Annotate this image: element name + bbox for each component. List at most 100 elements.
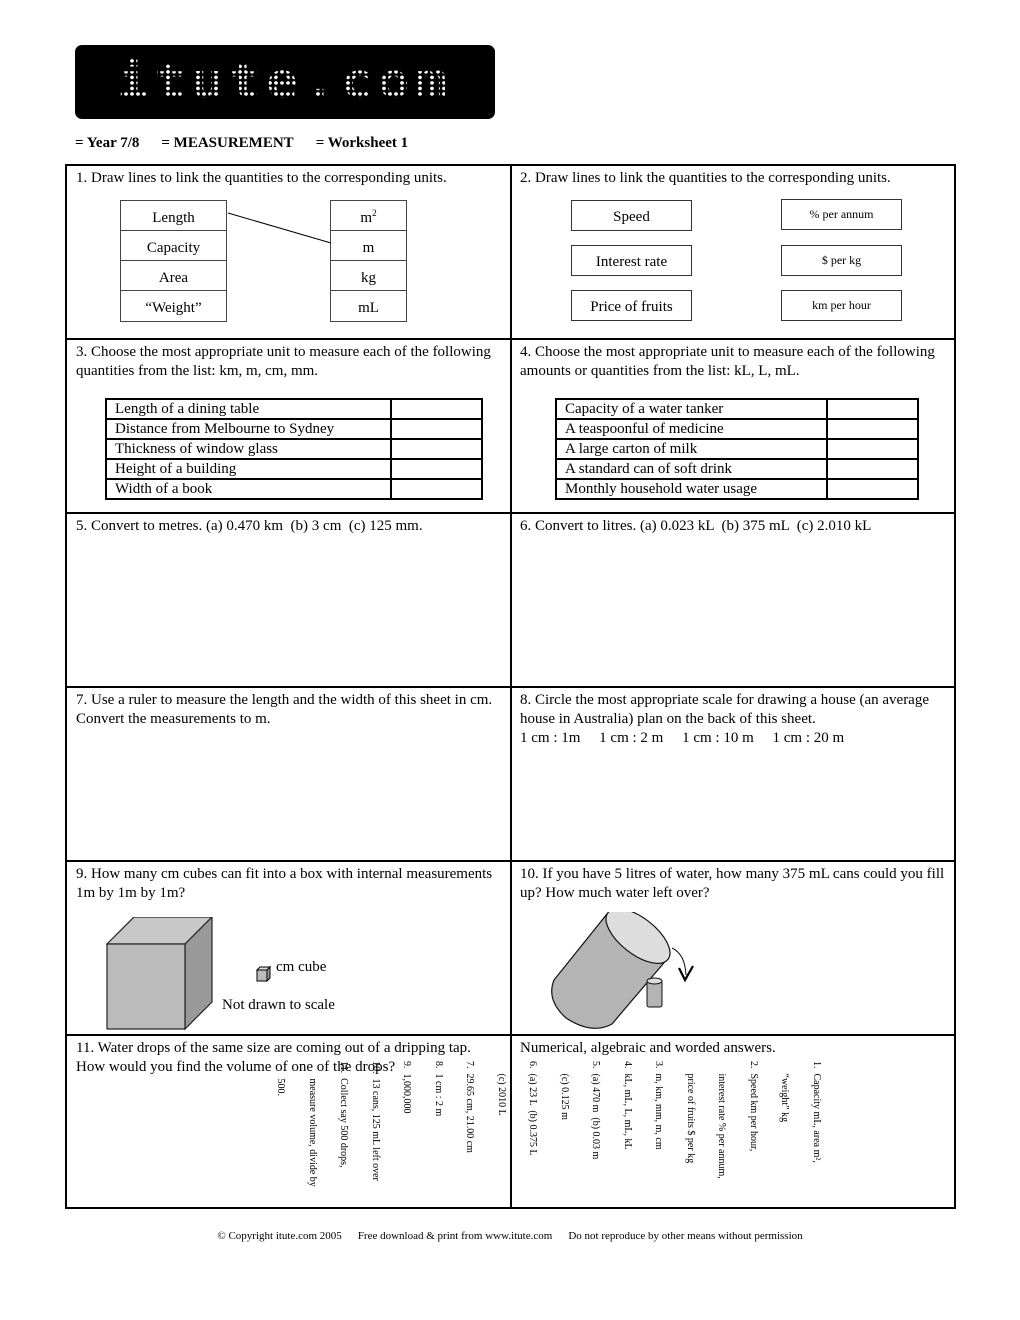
answer-line: 10. 13 cans, 125 mL left over (370, 1061, 381, 1181)
question-9-prompt: 9. How many cm cubes can fit into a box … (76, 866, 496, 901)
answers-list: 1. Capacity mL, area m², “weight” kg 2. … (276, 1061, 842, 1191)
table-row: A large carton of milk (555, 438, 919, 460)
worksheet-subtitle: = Year 7/8 = MEASUREMENT = Worksheet 1 (75, 135, 430, 152)
unit-box[interactable]: % per annum (781, 199, 902, 230)
quantity-box[interactable]: Interest rate (571, 245, 692, 276)
scale-options: 1 cm : 1m 1 cm : 2 m 1 cm : 10 m 1 cm : … (520, 729, 948, 748)
quantity-cell: A large carton of milk (555, 438, 828, 460)
question-10: 10. If you have 5 litres of water, how m… (512, 862, 956, 1036)
quantity-cell: Distance from Melbourne to Sydney (105, 418, 392, 440)
quantity-cell: Capacity of a water tanker (555, 398, 828, 420)
table-row: Distance from Melbourne to Sydney (105, 418, 483, 440)
unit-text: kg (361, 270, 376, 286)
question-4: 4. Choose the most appropriate unit to m… (512, 340, 956, 514)
answers-heading: Numerical, algebraic and worded answers. (520, 1040, 776, 1056)
unit-box[interactable]: km per hour (781, 290, 902, 321)
itute-logo: itute.com (75, 45, 495, 119)
answer-line: 7. 29.65 cm, 21.00 cm (464, 1061, 476, 1153)
question-7-prompt: 7. Use a ruler to measure the length and… (76, 692, 496, 727)
unit-text: m (360, 210, 373, 226)
question-1: 1. Draw lines to link the quantities to … (67, 166, 512, 340)
table-row: Height of a building (105, 458, 483, 480)
quantity-box[interactable]: Area (121, 261, 226, 291)
unit-box[interactable]: m2 (331, 201, 406, 231)
logo-text: itute.com (117, 54, 453, 110)
answer-line: 6. (a) 23 L (b) 0.375 L (527, 1061, 539, 1156)
question-3-table: Length of a dining table Distance from M… (105, 398, 483, 500)
scale-note: Not drawn to scale (222, 997, 335, 1013)
pour-arrow (671, 947, 687, 976)
question-1-prompt: 1. Draw lines to link the quantities to … (76, 170, 447, 186)
answer-line: 1. Capacity mL, area m², (811, 1061, 822, 1163)
question-6-prompt: 6. Convert to litres. (a) 0.023 kL (b) 3… (520, 518, 872, 534)
quantity-cell: Thickness of window glass (105, 438, 392, 460)
answer-cell[interactable] (390, 438, 483, 460)
table-row: Capacity of a water tanker (555, 398, 919, 420)
table-row: A standard can of soft drink (555, 458, 919, 480)
quantity-cell: Monthly household water usage (555, 478, 828, 500)
answer-line: 3. m, km, mm, m, cm (653, 1061, 665, 1150)
quantity-cell: Length of a dining table (105, 398, 392, 420)
answer-line: 2. Speed km per hour, (748, 1061, 759, 1152)
scale-option[interactable]: 1 cm : 2 m (599, 730, 663, 746)
unit-box[interactable]: kg (331, 261, 406, 291)
quantity-box[interactable]: “Weight” (121, 291, 226, 321)
unit-column: m2 m kg mL (330, 200, 407, 322)
answer-line: price of fruits $ per kg (685, 1061, 696, 1164)
quantity-cell: A teaspoonful of medicine (555, 418, 828, 440)
copyright-text: © Copyright itute.com 2005 (217, 1230, 342, 1242)
cm-cube-label: cm cube (276, 959, 327, 975)
unit-box[interactable]: mL (331, 291, 406, 321)
answer-cell[interactable] (390, 398, 483, 420)
scale-option[interactable]: 1 cm : 20 m (773, 730, 845, 746)
box-front-face (106, 943, 186, 1030)
unit-text: mL (358, 300, 379, 316)
question-4-table: Capacity of a water tanker A teaspoonful… (555, 398, 919, 500)
answer-cell[interactable] (826, 398, 919, 420)
unit-box[interactable]: m (331, 231, 406, 261)
question-8: 8. Circle the most appropriate scale for… (512, 688, 956, 862)
answers-panel: Numerical, algebraic and worded answers.… (276, 1036, 956, 1207)
download-text: Free download & print from www.itute.com (357, 1230, 553, 1242)
unit-box[interactable]: $ per kg (781, 245, 902, 276)
quantity-box[interactable]: Price of fruits (571, 290, 692, 321)
scale-option[interactable]: 1 cm : 1m (520, 730, 580, 746)
notice-text: Do not reproduce by other means without … (568, 1230, 803, 1242)
unit-text: m (362, 240, 375, 256)
table-row: A teaspoonful of medicine (555, 418, 919, 440)
worksheet-grid: 1. Draw lines to link the quantities to … (65, 164, 956, 1209)
question-6[interactable]: 6. Convert to litres. (a) 0.023 kL (b) 3… (512, 514, 956, 688)
answer-line: measure volume, divide by (307, 1061, 318, 1187)
answer-cell[interactable] (826, 418, 919, 440)
answer-line: 5. (a) 470 m (b) 0.03 m (590, 1061, 602, 1160)
topic-label: = MEASUREMENT (161, 135, 294, 151)
question-7[interactable]: 7. Use a ruler to measure the length and… (67, 688, 512, 862)
unit-superscript: 2 (372, 208, 377, 218)
answer-line: (c) 2010 L (496, 1061, 507, 1116)
table-row: Monthly household water usage (555, 478, 919, 500)
quantity-cell: Height of a building (105, 458, 392, 480)
answer-line: 11. Collect say 500 drops, (338, 1061, 350, 1168)
answer-cell[interactable] (826, 478, 919, 500)
question-2-prompt: 2. Draw lines to link the quantities to … (520, 170, 891, 186)
answer-cell[interactable] (390, 478, 483, 500)
question-5[interactable]: 5. Convert to metres. (a) 0.470 km (b) 3… (67, 514, 512, 688)
question-2: 2. Draw lines to link the quantities to … (512, 166, 956, 340)
quantity-box[interactable]: Capacity (121, 231, 226, 261)
answer-line: 9. 1,000,000 (401, 1061, 413, 1114)
quantity-box[interactable]: Length (121, 201, 226, 231)
small-can-top (646, 977, 663, 985)
question-3: 3. Choose the most appropriate unit to m… (67, 340, 512, 514)
scale-option[interactable]: 1 cm : 10 m (682, 730, 754, 746)
large-box-illustration (105, 917, 213, 1031)
answer-cell[interactable] (826, 438, 919, 460)
year-label: = Year 7/8 (75, 135, 140, 151)
answer-cell[interactable] (826, 458, 919, 480)
answer-cell[interactable] (390, 458, 483, 480)
answer-line: 8. 1 cm : 2 m (433, 1061, 444, 1117)
answer-cell[interactable] (390, 418, 483, 440)
question-4-prompt: 4. Choose the most appropriate unit to m… (520, 344, 939, 379)
worksheet-label: = Worksheet 1 (315, 135, 409, 151)
pouring-container-illustration (551, 912, 694, 1029)
quantity-box[interactable]: Speed (571, 200, 692, 231)
